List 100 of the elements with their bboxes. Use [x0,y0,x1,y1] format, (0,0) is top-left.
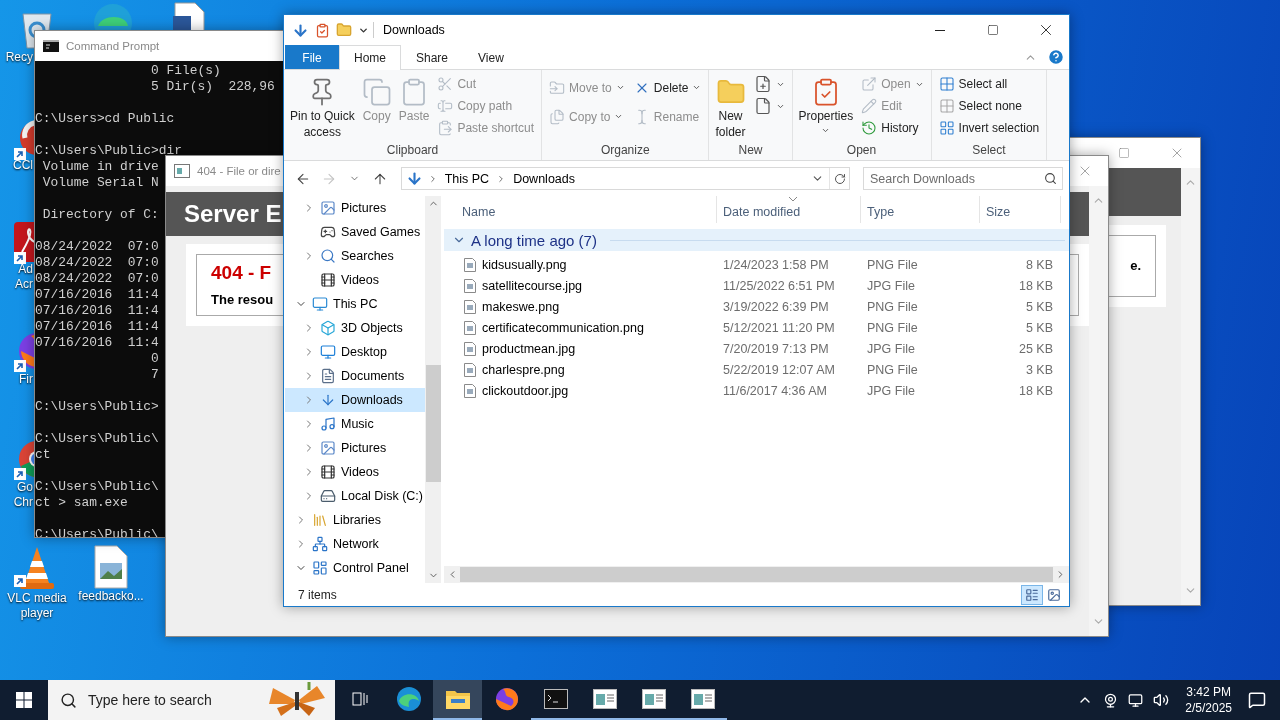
status-text: 7 items [298,587,337,602]
film-icon [320,272,336,288]
window-icon [641,689,666,709]
tree-item[interactable]: Pictures [285,436,425,460]
search-field[interactable]: Search Downloads [863,167,1063,190]
breadcrumb[interactable]: This PC [442,171,492,186]
control-panel-icon [312,560,328,576]
tree-item[interactable]: Searches [285,244,425,268]
group-header[interactable]: A long time ago (7) [444,229,1069,251]
volume-icon[interactable] [1153,692,1170,708]
clock[interactable]: 3:42 PM 2/5/2025 [1179,684,1238,716]
new-folder-button[interactable]: New folder [713,73,748,139]
tree-item[interactable]: Control Panel [285,556,425,580]
history-icon [861,120,878,136]
ribbon-tab[interactable]: File [285,45,339,69]
search-field[interactable]: Type here to search [48,680,335,720]
folder-icon [444,688,471,710]
refresh-button[interactable] [829,168,849,189]
history-button[interactable]: History [858,117,927,139]
file-name[interactable]: kidsusually.png [482,257,567,272]
icon-label: Fir [18,372,33,387]
group-label: Organize [599,142,651,159]
tree-item[interactable]: This PC [285,292,425,316]
date-cell-text: 3/19/2022 6:39 PM [722,299,830,314]
type-cell-text: JPG File [866,383,916,398]
taskbar-app[interactable] [433,680,482,720]
tree-item[interactable]: Videos [285,460,425,484]
console-line: 5 Dir(s) 228,96 [150,79,275,95]
date-cell-text: 11/6/2017 4:36 AM [722,383,829,398]
folder-arrow-icon [549,79,566,96]
file-icon [464,299,476,314]
search-icon [1044,172,1057,185]
console-line: ct [35,447,51,463]
tree-item[interactable]: 3D Objects [285,316,425,340]
files-icon [549,108,566,125]
maximize-icon [987,24,999,36]
scrollbar-thumb[interactable] [460,567,1053,582]
file-name[interactable]: certificatecommunication.png [482,320,644,335]
window-title: Command Prompt [66,40,160,52]
file-name[interactable]: charlespre.png [482,362,565,377]
icon-label: Acr [14,277,33,292]
page-icon [174,164,190,178]
error-message: The resou [211,291,274,307]
group-label: New [737,142,764,159]
console-line: Directory of C: [41,207,159,223]
tree-item[interactable]: Documents [285,364,425,388]
checklist-icon[interactable] [315,22,330,38]
help-icon[interactable] [1047,48,1065,66]
file-icon [464,320,476,335]
group-label: Open [845,142,878,159]
pencil-icon [861,98,878,114]
browser-icon [493,686,520,712]
tree-item[interactable]: Network [285,532,425,556]
file-name[interactable]: makeswe.png [482,299,560,314]
size-cell-text: 3 KB [1024,362,1054,377]
tree-item[interactable]: Music [285,412,425,436]
file-icon [464,383,476,398]
window-title: Downloads [383,23,445,37]
error-message: e. [1130,257,1141,273]
grid-icon [938,120,955,136]
error-heading: 404 - F [211,261,272,284]
pin-button[interactable]: Pin to Quick access [288,73,357,139]
group-label: Select [971,142,1007,159]
download-icon [405,170,423,187]
document-icon [320,368,336,384]
file-name[interactable]: satellitecourse.jpg [482,278,583,293]
grid-icon [938,98,955,114]
details-view-button[interactable] [1021,584,1043,605]
film-icon [320,464,336,480]
file-name[interactable]: productmean.jpg [482,341,576,356]
search-icon [320,248,336,264]
folder-icon[interactable] [336,22,352,38]
icon-label: Ad [17,262,33,277]
ribbon-tab[interactable]: Home [339,45,401,70]
tree-item[interactable]: Pictures [285,196,425,220]
file-icon [464,278,476,293]
properties-button[interactable]: Properties [796,73,856,135]
delete-button[interactable]: Delete [630,73,705,102]
network-icon[interactable] [1128,692,1144,708]
console-line: C:\Users>cd Public [35,111,175,127]
image-icon [320,200,336,216]
select-all-button[interactable]: Select all [935,73,1043,95]
tree-item[interactable]: Downloads [285,388,425,412]
tree-item[interactable]: Local Disk (C:) [285,484,425,508]
address-bar[interactable]: This PC Downloads [400,167,850,190]
tree-item[interactable]: Libraries [285,508,425,532]
file-name[interactable]: clickoutdoor.jpg [482,383,569,398]
console-line: 0 File(s) [150,63,221,79]
file-icon [753,97,772,115]
select-none-button[interactable]: Select none [935,95,1043,117]
invert-selection-button[interactable]: Invert selection [935,117,1043,139]
size-cell-text: 5 KB [1024,299,1054,314]
console-line: C:\Users\Public\ [35,431,159,447]
camera-icon[interactable] [1103,692,1119,708]
breadcrumb[interactable]: Downloads [511,171,577,186]
window-icon [690,689,715,709]
scrollbar-thumb[interactable] [425,365,441,482]
tree-item[interactable]: Videos [285,268,425,292]
tree-item[interactable]: Desktop [285,340,425,364]
notification-icon[interactable] [1248,691,1266,709]
